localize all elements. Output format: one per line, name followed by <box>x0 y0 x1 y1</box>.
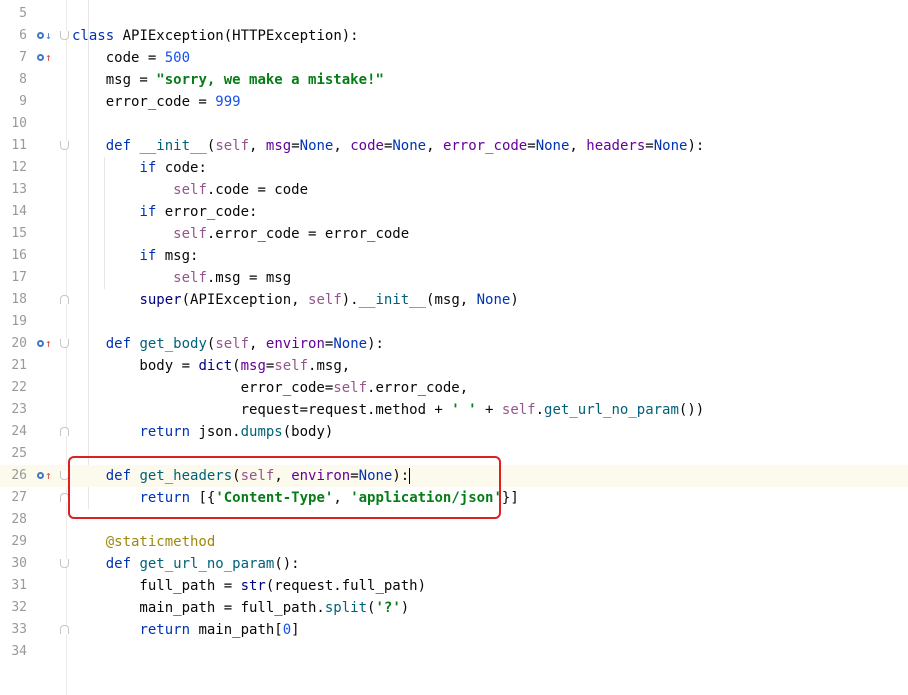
line-number[interactable]: 34 <box>0 641 27 663</box>
fold-end-icon[interactable] <box>60 427 69 436</box>
line-number[interactable]: 16 <box>0 245 27 267</box>
code-text[interactable]: super(APIException, self).__init__(msg, … <box>72 289 518 311</box>
line-number[interactable]: 9 <box>0 91 27 113</box>
code-line[interactable]: 16 if msg: <box>0 245 908 267</box>
code-text[interactable]: return main_path[0] <box>72 619 299 641</box>
code-line[interactable]: 15 self.error_code = error_code <box>0 223 908 245</box>
code-line[interactable]: 33 return main_path[0] <box>0 619 908 641</box>
code-text[interactable]: code = 500 <box>72 47 190 69</box>
code-text[interactable]: error_code = 999 <box>72 91 241 113</box>
line-number[interactable]: 17 <box>0 267 27 289</box>
line-number[interactable]: 11 <box>0 135 27 157</box>
code-line[interactable]: 8 msg = "sorry, we make a mistake!" <box>0 69 908 91</box>
code-text[interactable]: self.error_code = error_code <box>72 223 409 245</box>
override-up-icon[interactable]: ↑ <box>37 469 53 483</box>
fold-end-icon[interactable] <box>60 625 69 634</box>
code-text[interactable]: @staticmethod <box>72 531 216 553</box>
code-text[interactable]: self.msg = msg <box>72 267 291 289</box>
line-number[interactable]: 12 <box>0 157 27 179</box>
code-line[interactable]: 6 ↓ class APIException(HTTPException): <box>0 25 908 47</box>
code-text[interactable]: return json.dumps(body) <box>72 421 333 443</box>
code-editor[interactable]: 5 6 ↓ class APIException(HTTPException): 7 ↑ … <box>0 0 908 695</box>
code-text[interactable]: if error_code: <box>72 201 257 223</box>
line-number[interactable]: 27 <box>0 487 27 509</box>
code-text[interactable]: request=request.method + ' ' + self.get_… <box>72 399 705 421</box>
code-line[interactable]: 17 self.msg = msg <box>0 267 908 289</box>
line-number[interactable]: 18 <box>0 289 27 311</box>
code-text[interactable]: full_path = str(request.full_path) <box>72 575 426 597</box>
line-number[interactable]: 21 <box>0 355 27 377</box>
line-number[interactable]: 19 <box>0 311 27 333</box>
line-number[interactable]: 10 <box>0 113 27 135</box>
line-number[interactable]: 25 <box>0 443 27 465</box>
line-number[interactable]: 5 <box>0 3 27 25</box>
code-text[interactable]: msg = "sorry, we make a mistake!" <box>72 69 384 91</box>
line-number[interactable]: 20 <box>0 333 27 355</box>
code-text[interactable]: class APIException(HTTPException): <box>72 25 359 47</box>
code-line[interactable]: 18 super(APIException, self).__init__(ms… <box>0 289 908 311</box>
code-line[interactable]: 13 self.code = code <box>0 179 908 201</box>
line-number[interactable]: 7 <box>0 47 27 69</box>
code-text[interactable]: def __init__(self, msg=None, code=None, … <box>72 135 705 157</box>
code-line[interactable]: 19 <box>0 311 908 333</box>
code-text[interactable]: body = dict(msg=self.msg, <box>72 355 350 377</box>
line-number[interactable]: 23 <box>0 399 27 421</box>
line-number[interactable]: 15 <box>0 223 27 245</box>
line-number[interactable]: 30 <box>0 553 27 575</box>
code-line[interactable]: 10 <box>0 113 908 135</box>
code-line[interactable]: 11 def __init__(self, msg=None, code=Non… <box>0 135 908 157</box>
code-line[interactable]: 21 body = dict(msg=self.msg, <box>0 355 908 377</box>
code-line[interactable]: 32 main_path = full_path.split('?') <box>0 597 908 619</box>
line-number[interactable]: 8 <box>0 69 27 91</box>
line-number[interactable]: 28 <box>0 509 27 531</box>
line-number[interactable]: 26 <box>0 465 27 487</box>
code-line[interactable]: 22 error_code=self.error_code, <box>0 377 908 399</box>
code-line[interactable]: 30 def get_url_no_param(): <box>0 553 908 575</box>
code-line[interactable]: 12 if code: <box>0 157 908 179</box>
line-number[interactable]: 13 <box>0 179 27 201</box>
code-line[interactable]: 9 error_code = 999 <box>0 91 908 113</box>
code-text[interactable]: if code: <box>72 157 206 179</box>
fold-end-icon[interactable] <box>60 295 69 304</box>
code-line[interactable]: 29 @staticmethod <box>0 531 908 553</box>
code-line[interactable]: 20 ↑ def get_body(self, environ=None): <box>0 333 908 355</box>
code-text[interactable]: def get_body(self, environ=None): <box>72 333 384 355</box>
code-line[interactable]: 23 request=request.method + ' ' + self.g… <box>0 399 908 421</box>
fold-collapse-icon[interactable] <box>60 141 69 150</box>
code-text[interactable]: error_code=self.error_code, <box>72 377 469 399</box>
line-number[interactable]: 6 <box>0 25 27 47</box>
line-number[interactable]: 29 <box>0 531 27 553</box>
code-line[interactable]: 5 <box>0 3 908 25</box>
highlight-annotation-box <box>68 456 501 519</box>
fold-collapse-icon[interactable] <box>60 559 69 568</box>
override-up-icon[interactable]: ↑ <box>37 51 53 65</box>
line-number[interactable]: 31 <box>0 575 27 597</box>
line-number[interactable]: 22 <box>0 377 27 399</box>
fold-collapse-icon[interactable] <box>60 339 69 348</box>
code-line[interactable]: 7 ↑ code = 500 <box>0 47 908 69</box>
override-down-icon[interactable]: ↓ <box>37 29 53 43</box>
override-up-icon[interactable]: ↑ <box>37 337 53 351</box>
code-line[interactable]: 31 full_path = str(request.full_path) <box>0 575 908 597</box>
code-text[interactable]: main_path = full_path.split('?') <box>72 597 409 619</box>
code-text[interactable]: self.code = code <box>72 179 308 201</box>
code-text[interactable]: def get_url_no_param(): <box>72 553 300 575</box>
fold-collapse-icon[interactable] <box>60 31 69 40</box>
line-number[interactable]: 32 <box>0 597 27 619</box>
line-number[interactable]: 24 <box>0 421 27 443</box>
code-line[interactable]: 34 <box>0 641 908 663</box>
line-number[interactable]: 33 <box>0 619 27 641</box>
line-number[interactable]: 14 <box>0 201 27 223</box>
code-line[interactable]: 24 return json.dumps(body) <box>0 421 908 443</box>
code-text[interactable]: if msg: <box>72 245 198 267</box>
code-line[interactable]: 14 if error_code: <box>0 201 908 223</box>
